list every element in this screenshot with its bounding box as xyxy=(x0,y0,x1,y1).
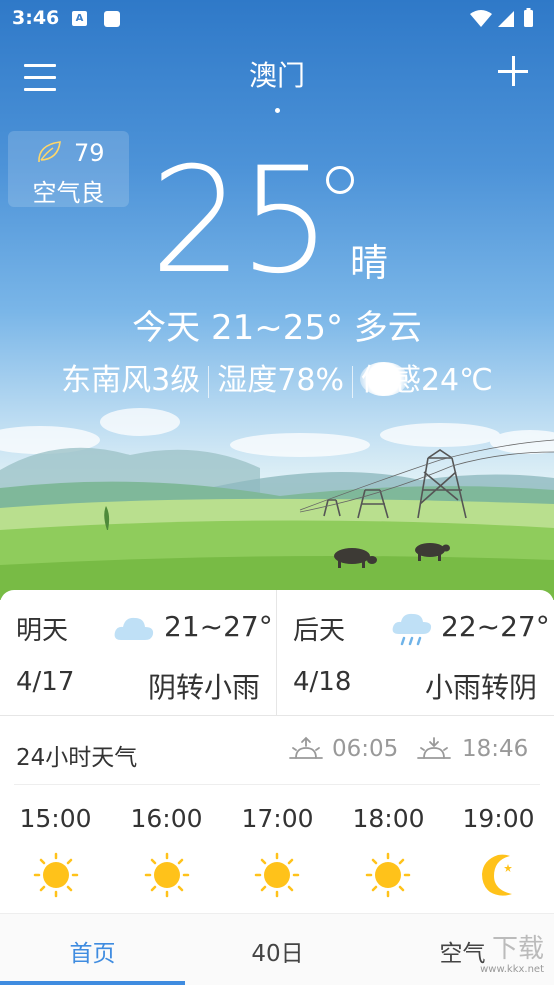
aqi-label: 空气良 xyxy=(32,179,105,207)
sunset-time: 18:46 xyxy=(462,736,529,762)
forecast-tomorrow[interactable]: 明天 21~27° 4/17 阴转小雨 xyxy=(0,590,276,715)
day-desc: 阴转小雨 xyxy=(147,671,260,704)
notification-square-icon xyxy=(104,11,120,27)
sun-icon xyxy=(365,852,411,898)
day-date: 4/17 xyxy=(16,667,75,697)
moon-icon xyxy=(482,854,512,896)
divider xyxy=(0,715,554,716)
day-label: 后天 xyxy=(293,616,346,646)
hour-time: 17:00 xyxy=(241,804,314,833)
active-tab-indicator xyxy=(0,981,185,985)
day-label: 明天 xyxy=(16,616,69,646)
sunset-icon xyxy=(417,737,451,759)
sun-icon xyxy=(254,852,300,898)
weather-details: 东南风3级 湿度78% 体感24℃ xyxy=(0,355,554,399)
tab-40-day[interactable]: 40日 xyxy=(185,934,370,968)
forecast-day-after[interactable]: 后天 22~27° 4/18 小雨转阴 xyxy=(277,590,553,715)
sunrise-time: 06:05 xyxy=(332,736,399,762)
aqi-value: 79 xyxy=(74,139,105,167)
add-city-button[interactable] xyxy=(496,54,530,88)
hour-time: 16:00 xyxy=(130,804,203,833)
bottom-tab-bar: 首页 40日 空气 下载 www.kkx.net xyxy=(0,913,554,985)
today-summary: 今天 21~25° 多云 xyxy=(132,308,422,348)
day-temp: 21~27° xyxy=(164,610,273,643)
hour-time: 15:00 xyxy=(19,804,92,833)
page-indicator-dot xyxy=(275,108,280,113)
sunrise-icon xyxy=(289,736,323,759)
watermark-text: 下载 xyxy=(491,934,544,964)
sun-glow-icon xyxy=(360,362,408,396)
watermark-logo: 下载 www.kkx.net xyxy=(480,928,544,975)
top-bar: 澳门 xyxy=(0,48,554,98)
degree-symbol-icon xyxy=(326,166,354,194)
day-date: 4/18 xyxy=(293,667,352,697)
hour-time: 19:00 xyxy=(462,804,535,833)
sun-icon xyxy=(144,852,190,898)
hourly-title: 24小时天气 xyxy=(16,745,138,771)
city-title: 澳门 xyxy=(248,59,305,92)
status-time: 3:46 xyxy=(12,7,60,29)
rain-cloud-icon xyxy=(392,613,432,646)
tab-home[interactable]: 首页 xyxy=(0,934,185,968)
landscape-illustration xyxy=(0,408,554,600)
wifi-icon xyxy=(470,10,492,27)
divider xyxy=(14,784,540,785)
day-temp: 22~27° xyxy=(441,610,550,643)
current-condition: 晴 xyxy=(350,241,389,285)
divider xyxy=(351,365,353,398)
status-icons xyxy=(470,8,533,27)
sunset-info: 18:46 xyxy=(416,732,546,768)
divider xyxy=(208,365,210,398)
cloud-icon xyxy=(114,617,154,640)
humidity-text: 湿度78% xyxy=(217,363,344,398)
notification-a-icon: A xyxy=(72,11,87,26)
hour-time: 18:00 xyxy=(352,804,425,833)
day-desc: 小雨转阴 xyxy=(424,671,537,704)
air-quality-card[interactable]: 79 空气良 xyxy=(8,131,129,207)
weather-hero: 3:46 A 澳门 79 空气良 25 晴 今天 21~25° 多云 东南风3级… xyxy=(0,0,554,600)
signal-icon xyxy=(498,11,514,27)
watermark-url: www.kkx.net xyxy=(480,964,544,975)
status-bar: 3:46 A xyxy=(0,0,554,36)
leaf-icon xyxy=(38,141,61,163)
sun-icon xyxy=(33,852,79,898)
battery-icon xyxy=(524,10,533,27)
wind-text: 东南风3级 xyxy=(61,363,201,398)
current-temperature: 25 xyxy=(150,136,332,306)
